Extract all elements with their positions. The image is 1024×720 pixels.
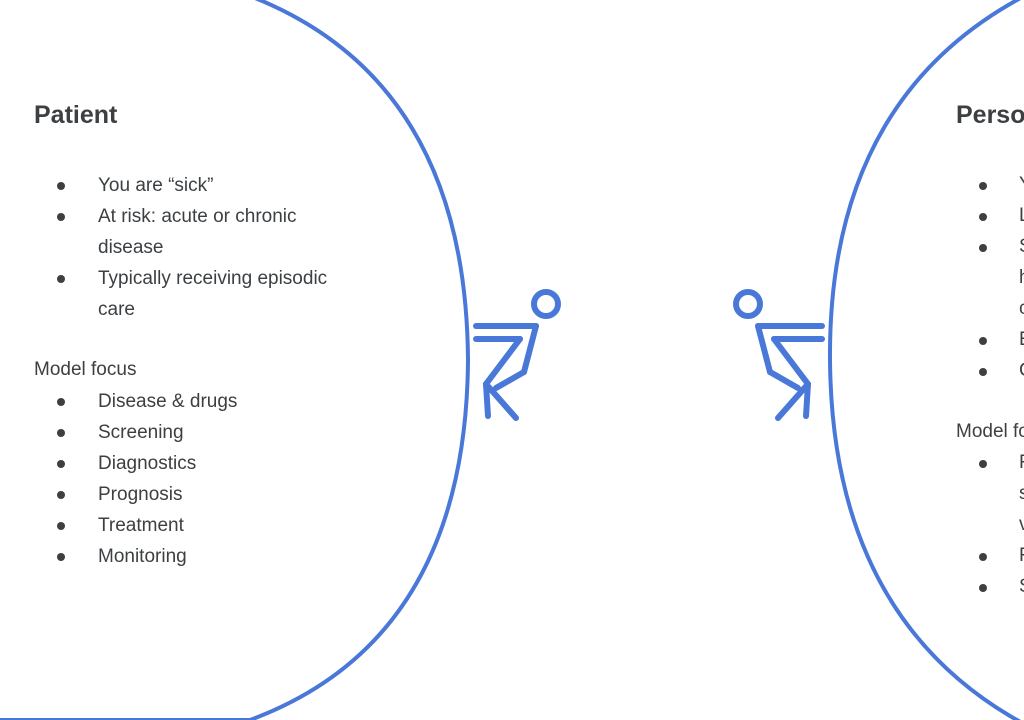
text-fragment: Y [1019,174,1024,196]
text-fragment: h [1019,267,1024,289]
text-fragment: c [1019,298,1024,319]
bullet-dot [979,213,987,221]
text-fragment: S [1019,236,1024,258]
list-item: Prognosis [34,479,364,510]
bullet-dot [979,337,987,345]
list-item: Typically receiving episodic care [34,263,364,325]
slide-canvas: Patient You are “sick” At risk: acute or… [0,0,1024,720]
model-focus-label-right: Model fo [956,421,1024,442]
list-item: Screening [34,417,364,448]
text-fragment: S [1019,576,1024,598]
list-item: Monitoring [34,541,364,572]
bullet-dot [979,244,987,252]
text-fragment: F [1019,545,1024,567]
list-item: Diagnostics [34,448,364,479]
list-item: Disease & drugs [34,386,364,417]
text-fragment: E [1019,329,1024,351]
text-fragment: v [1019,514,1024,535]
slide-graphics [0,0,1022,720]
person-pulling-right-icon [733,289,825,421]
list-item: At risk: acute or chronic disease [34,201,364,263]
text-fragment: s [1019,483,1024,504]
person-title: Perso [956,101,1024,129]
bullet-dot [979,182,987,190]
patient-title: Patient [34,101,118,129]
text-fragment: F [1019,452,1024,474]
list-item: You are “sick” [34,170,364,201]
model-focus-label: Model focus [34,359,137,380]
text-fragment: L [1019,205,1024,227]
bullet-dot [979,460,987,468]
bullet-dot [979,584,987,592]
list-item: Treatment [34,510,364,541]
person-pulling-left-icon [473,289,561,421]
patient-bullet-list: You are “sick” At risk: acute or chronic… [34,170,364,325]
bullet-dot [979,368,987,376]
model-focus-list: Disease & drugs Screening Diagnostics Pr… [34,386,364,572]
bullet-dot [979,553,987,561]
text-fragment: C [1019,360,1024,382]
